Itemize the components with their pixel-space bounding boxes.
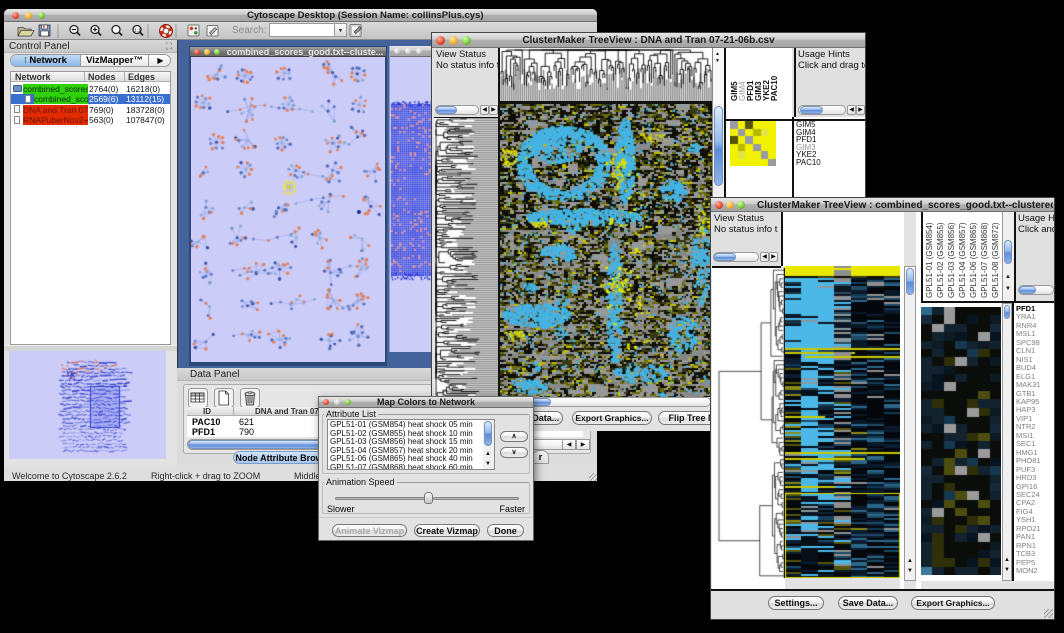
svg-text:1:1: 1:1 xyxy=(134,28,141,33)
